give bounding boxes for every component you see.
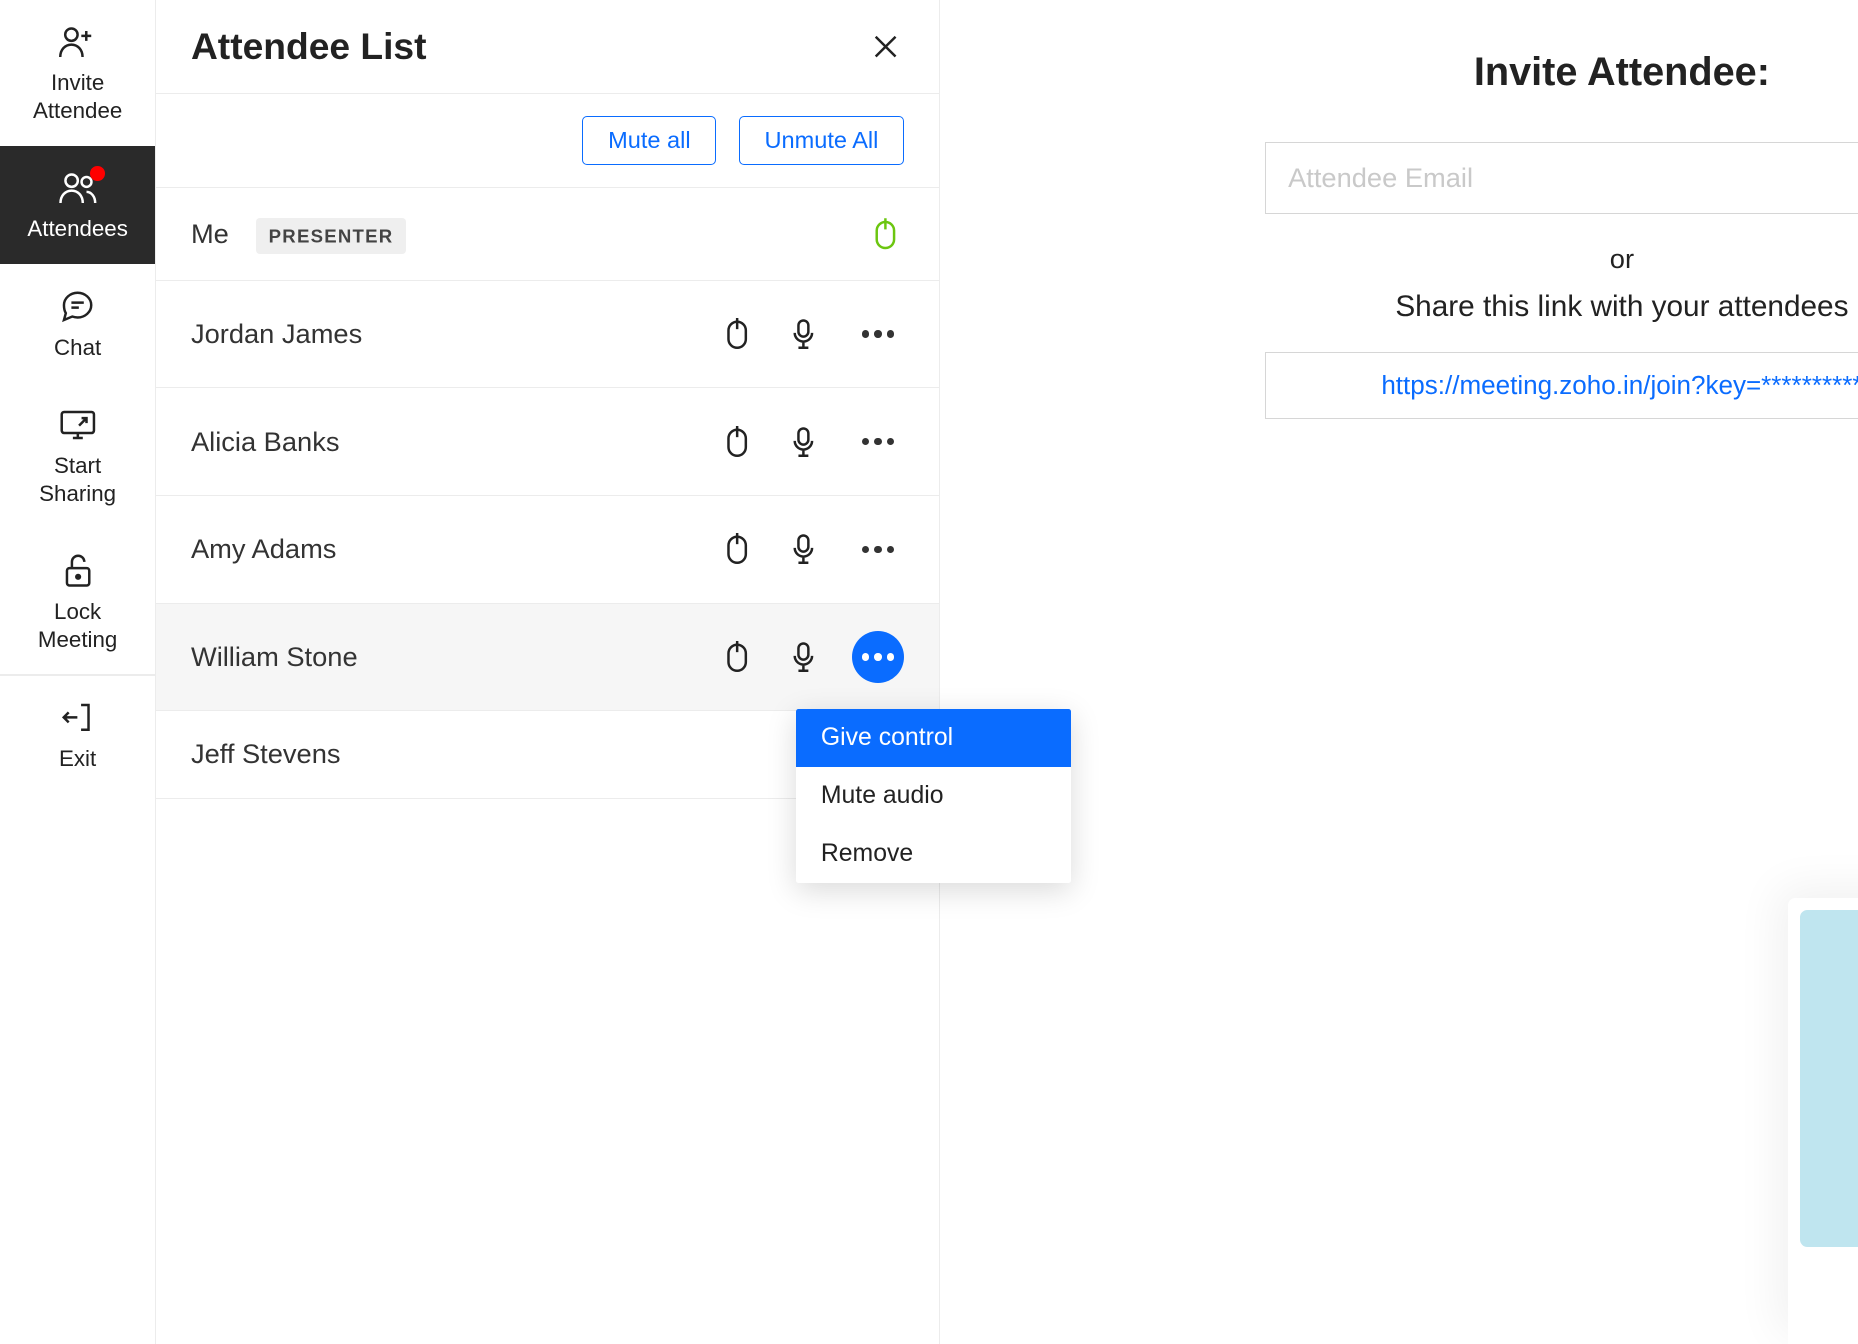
attendee-row-me: Me PRESENTER — [156, 188, 939, 281]
attendee-panel: Attendee List Mute all Unmute All Me PRE… — [156, 0, 940, 1344]
sidebar-item-label: Chat — [54, 334, 101, 362]
menu-give-control[interactable]: Give control — [796, 709, 1071, 767]
attendee-name: Alicia Banks — [191, 426, 718, 458]
unmute-all-button[interactable]: Unmute All — [739, 116, 904, 165]
more-button[interactable] — [852, 416, 904, 468]
attendee-row: William Stone — [156, 604, 939, 712]
attendee-name: William Stone — [191, 641, 718, 673]
invite-panel: Invite Attendee: or Share this link with… — [940, 0, 1858, 1344]
notification-badge — [90, 166, 105, 181]
sidebar-item-chat[interactable]: Chat — [0, 264, 155, 382]
sidebar-item-label: Invite Attendee — [33, 69, 122, 125]
sidebar-item-lock-meeting[interactable]: Lock Meeting — [0, 528, 155, 674]
attendee-email-input[interactable] — [1265, 142, 1858, 214]
share-link-box[interactable]: https://meeting.zoho.in/join?key=*******… — [1265, 352, 1858, 420]
attendee-row: Alicia Banks — [156, 388, 939, 496]
sidebar-item-invite[interactable]: Invite Attendee — [0, 0, 155, 146]
toolbar: Mute all Unmute All — [156, 94, 939, 188]
mouse-icon[interactable] — [718, 315, 755, 352]
presenter-badge: PRESENTER — [256, 218, 406, 254]
share-link: https://meeting.zoho.in/join?key=*******… — [1381, 370, 1858, 400]
menu-remove[interactable]: Remove — [796, 825, 1071, 883]
sidebar-item-exit[interactable]: Exit — [0, 676, 155, 794]
invite-title: Invite Attendee: — [1014, 50, 1858, 95]
unlock-icon — [58, 551, 98, 591]
mouse-icon[interactable] — [718, 423, 755, 460]
or-label: or — [1014, 243, 1858, 275]
attendee-context-menu: Give control Mute audio Remove — [796, 709, 1071, 882]
chat-icon — [58, 286, 98, 326]
attendee-name: Me — [191, 218, 229, 249]
attendee-name: Amy Adams — [191, 533, 718, 565]
microphone-icon[interactable] — [785, 423, 822, 460]
mouse-icon[interactable] — [718, 531, 755, 568]
exit-icon — [58, 698, 98, 738]
attendee-list: Me PRESENTER Jordan James — [156, 188, 939, 799]
mute-all-button[interactable]: Mute all — [582, 116, 716, 165]
more-button[interactable] — [852, 523, 904, 575]
screen-share-icon — [58, 405, 98, 445]
share-text: Share this link with your attendees — [1014, 290, 1858, 324]
attendee-name: Jordan James — [191, 318, 718, 350]
sidebar-item-label: Attendees — [27, 215, 127, 243]
people-icon — [58, 168, 98, 208]
video-controls — [1800, 1247, 1858, 1344]
close-button[interactable] — [867, 28, 904, 65]
sidebar-item-attendees[interactable]: Attendees — [0, 146, 155, 264]
sidebar-item-start-sharing[interactable]: Start Sharing — [0, 382, 155, 528]
person-plus-icon — [58, 22, 98, 62]
sidebar: Invite Attendee Attendees Chat Start Sha… — [0, 0, 156, 1344]
panel-title: Attendee List — [191, 25, 427, 68]
more-button[interactable] — [852, 631, 904, 683]
mouse-icon — [867, 215, 904, 252]
sidebar-item-label: Start Sharing — [39, 452, 116, 508]
attendee-row: Jordan James — [156, 281, 939, 389]
microphone-icon[interactable] — [785, 315, 822, 352]
video-thumbnail — [1800, 910, 1858, 1247]
microphone-icon[interactable] — [785, 531, 822, 568]
mouse-icon[interactable] — [718, 638, 755, 675]
video-card — [1788, 898, 1858, 1344]
sidebar-item-label: Lock Meeting — [38, 598, 117, 654]
attendee-row: Amy Adams — [156, 496, 939, 604]
more-button[interactable] — [852, 308, 904, 360]
sidebar-item-label: Exit — [59, 745, 96, 773]
microphone-icon[interactable] — [785, 638, 822, 675]
menu-mute-audio[interactable]: Mute audio — [796, 767, 1071, 825]
